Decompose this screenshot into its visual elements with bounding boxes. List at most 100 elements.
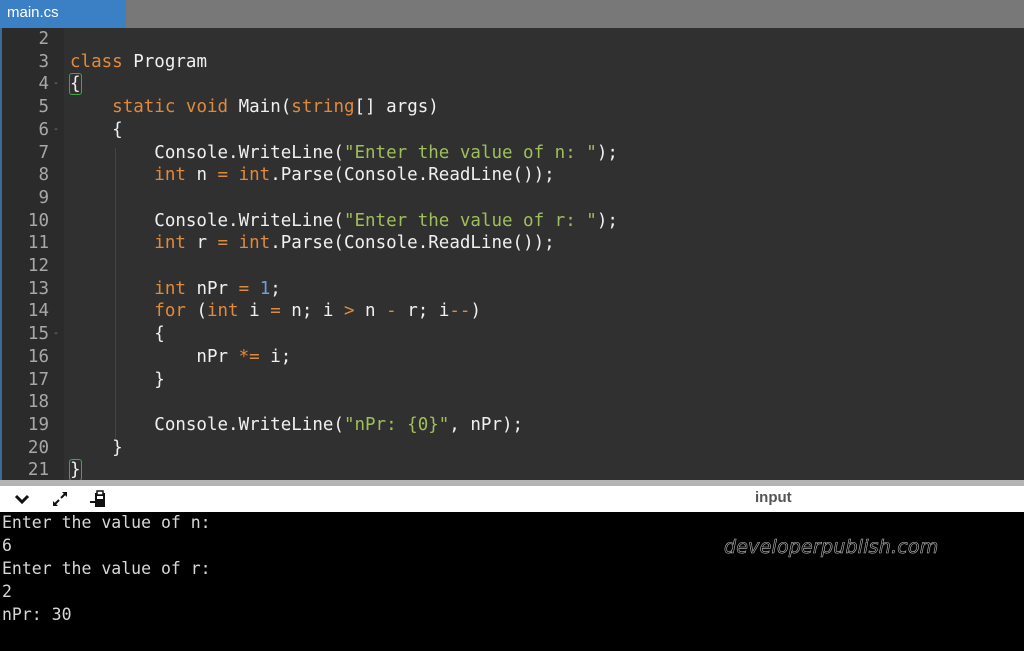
code-token: i — [238, 301, 271, 322]
code-token: .Parse(Console.ReadLine()); — [270, 165, 555, 186]
code-token: int — [154, 233, 186, 254]
code-token: int — [154, 165, 186, 186]
line-number: 12 — [27, 256, 49, 276]
code-token: } — [70, 437, 123, 458]
code-token: n — [185, 165, 218, 186]
code-line[interactable]: 2 — [0, 28, 1024, 51]
line-number: 5 — [38, 97, 49, 118]
code-line[interactable]: 11 int r = int.Parse(Console.ReadLine())… — [0, 232, 1024, 255]
clipboard-input-icon[interactable] — [87, 489, 109, 509]
line-number: 6 — [38, 119, 49, 140]
code-text: int r = int.Parse(Console.ReadLine()); — [70, 232, 555, 255]
code-text: int n = int.Parse(Console.ReadLine()); — [70, 164, 555, 187]
line-number: 19 — [27, 414, 49, 435]
code-line[interactable]: 3 class Program — [0, 51, 1024, 74]
code-token: ); — [596, 142, 618, 163]
expand-arrows-icon[interactable] — [49, 489, 71, 509]
console-line: nPr: 30 — [2, 605, 72, 624]
line-number: 4 — [38, 74, 49, 95]
code-token: { — [70, 119, 123, 140]
tab-bar: main.cs — [0, 0, 1024, 28]
code-token: for — [154, 301, 186, 322]
code-text: int nPr = 1; — [70, 278, 281, 301]
fold-toggle-icon[interactable]: - — [53, 119, 59, 142]
fold-toggle-icon[interactable]: - — [53, 73, 59, 96]
code-token: Console.WriteLine( — [70, 414, 344, 435]
code-text: for (int i = n; i > n - r; i--) — [70, 300, 481, 323]
console-output[interactable]: Enter the value of n: 6 Enter the value of… — [0, 512, 1024, 651]
code-line[interactable]: 5 static void Main(string[] args) — [0, 96, 1024, 119]
code-token: r; i — [396, 301, 450, 322]
line-number: 16 — [27, 346, 49, 367]
code-token: Console.WriteLine( — [70, 142, 344, 163]
code-line[interactable]: 8 int n = int.Parse(Console.ReadLine()); — [0, 164, 1024, 187]
code-token: nPr — [185, 278, 239, 299]
line-number: 10 — [27, 210, 49, 231]
code-line[interactable]: 6- { — [0, 119, 1024, 142]
code-token: r — [185, 233, 218, 254]
code-token: "Enter the value of n: " — [343, 142, 597, 163]
code-text: static void Main(string[] args) — [70, 96, 439, 119]
fold-toggle-icon[interactable]: - — [53, 323, 59, 346]
line-number: 11 — [27, 233, 49, 254]
code-token: class — [70, 51, 123, 72]
code-token: - — [386, 301, 397, 322]
code-token: { — [70, 324, 165, 345]
line-number: 17 — [27, 369, 49, 390]
code-line[interactable]: 9 — [0, 187, 1024, 210]
code-line[interactable]: 12 — [0, 255, 1024, 278]
line-number: 8 — [38, 165, 49, 186]
code-line[interactable]: 18 — [0, 391, 1024, 414]
code-token: .Parse(Console.ReadLine()); — [270, 233, 555, 254]
code-token: string — [291, 97, 355, 118]
code-token: = — [217, 165, 229, 186]
code-line[interactable]: 13 int nPr = 1; — [0, 278, 1024, 301]
code-line[interactable]: 7 Console.WriteLine("Enter the value of … — [0, 142, 1024, 165]
input-label: input — [755, 489, 792, 506]
code-token: static — [112, 97, 176, 118]
code-line[interactable]: 16 nPr *= i; — [0, 346, 1024, 369]
code-text: } — [70, 437, 123, 460]
code-token: [] args) — [354, 97, 439, 118]
code-token: Main( — [228, 97, 292, 118]
code-line[interactable]: 19 Console.WriteLine("nPr: {0}", nPr); — [0, 414, 1024, 437]
code-line[interactable]: 10 Console.WriteLine("Enter the value of… — [0, 210, 1024, 233]
code-line[interactable]: 20 } — [0, 437, 1024, 460]
code-line[interactable]: 17 } — [0, 369, 1024, 392]
code-token: ; — [270, 278, 281, 299]
code-line[interactable]: 15- { — [0, 323, 1024, 346]
code-text: { — [70, 119, 123, 142]
console-line: Enter the value of r: — [2, 559, 211, 578]
code-token: 1 — [259, 278, 271, 299]
code-line[interactable]: 4-{ — [0, 73, 1024, 96]
code-token: Program — [122, 51, 207, 72]
code-token: = — [217, 233, 229, 254]
chevron-down-icon[interactable] — [11, 489, 33, 509]
code-line[interactable]: 21} — [0, 459, 1024, 482]
line-number: 20 — [27, 437, 49, 458]
code-line[interactable]: 14 for (int i = n; i > n - r; i--) — [0, 300, 1024, 323]
line-number: 21 — [27, 460, 49, 481]
tab-main-cs[interactable]: main.cs — [0, 0, 126, 28]
line-number: 14 — [27, 301, 49, 322]
code-editor[interactable]: 2 3 class Program 4-{5 static void Main(str… — [0, 28, 1024, 482]
code-token: , nPr); — [449, 414, 524, 435]
code-token: -- — [449, 301, 471, 322]
code-text: class Program — [70, 51, 207, 74]
line-number: 13 — [27, 278, 49, 299]
code-token: ( — [185, 301, 207, 322]
code-token: "Enter the value of r: " — [343, 210, 597, 231]
code-token: int — [154, 278, 186, 299]
code-token: n — [354, 301, 387, 322]
code-text: { — [69, 73, 82, 96]
code-token: = — [238, 278, 250, 299]
line-number: 18 — [27, 392, 49, 413]
code-token: ) — [470, 301, 481, 322]
code-token: i; — [259, 346, 292, 367]
